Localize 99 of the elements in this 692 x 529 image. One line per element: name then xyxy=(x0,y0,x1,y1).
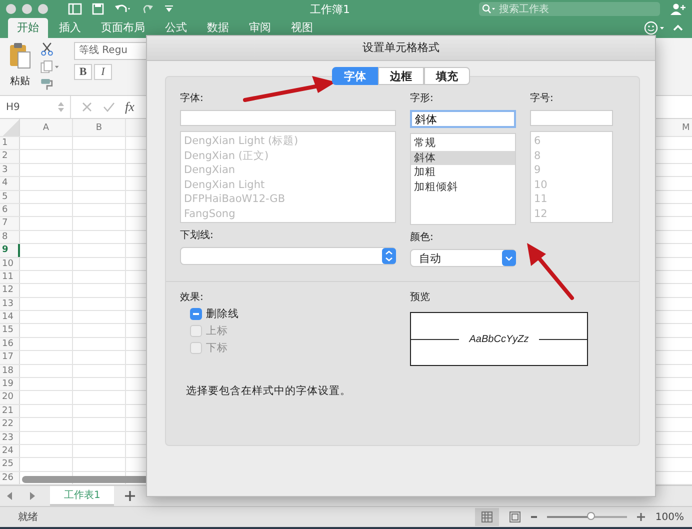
dialog-title: 设置单元格格式 xyxy=(147,36,655,61)
font-style-item[interactable]: 加粗 xyxy=(411,165,515,180)
annotation-arrow xyxy=(527,243,574,300)
zoom-slider-thumb[interactable] xyxy=(587,512,596,520)
search-input[interactable]: 搜索工作表 xyxy=(499,4,639,14)
bold-button[interactable]: B xyxy=(74,64,92,80)
ribbon-tab[interactable]: 数据 xyxy=(198,18,238,38)
column-header[interactable]: A xyxy=(20,119,73,136)
row-header[interactable]: 6 xyxy=(0,204,20,216)
row-header[interactable]: 18 xyxy=(0,364,20,378)
font-size-field[interactable] xyxy=(530,110,613,126)
function-button[interactable]: fx xyxy=(125,99,134,115)
smiley-icon[interactable] xyxy=(644,21,666,35)
checkbox[interactable] xyxy=(190,308,202,320)
row-header[interactable]: 13 xyxy=(0,298,20,310)
ribbon-tab[interactable]: 视图 xyxy=(282,18,322,38)
column-header[interactable]: M xyxy=(678,119,692,136)
ribbon-tab[interactable]: 页面布局 xyxy=(92,18,154,38)
search-field[interactable]: 搜索工作表 xyxy=(479,2,660,16)
window-minimize-icon[interactable] xyxy=(22,4,32,14)
row-header[interactable]: 14 xyxy=(0,311,20,324)
row-header[interactable]: 20 xyxy=(0,391,20,404)
format-painter-icon[interactable] xyxy=(40,77,54,92)
italic-button[interactable]: I xyxy=(94,64,112,80)
normal-view-button[interactable] xyxy=(475,508,500,526)
hint-text: 选择要包含在样式中的字体设置。 xyxy=(186,384,352,398)
save-icon[interactable] xyxy=(92,3,104,15)
row-header[interactable]: 25 xyxy=(0,458,20,471)
stepper-icon xyxy=(382,248,396,264)
collapse-icon[interactable] xyxy=(672,23,684,33)
row-header[interactable]: 10 xyxy=(0,258,20,270)
row-header[interactable]: 11 xyxy=(0,270,20,284)
section-label: 预览 xyxy=(410,291,431,304)
field-label: 字形: xyxy=(410,92,434,105)
zoom-in-icon[interactable] xyxy=(637,513,646,522)
ribbon-tab[interactable]: 插入 xyxy=(50,18,90,38)
font-style-item[interactable]: 常规 xyxy=(411,136,515,150)
font-style-item[interactable]: 加粗倾斜 xyxy=(411,180,515,194)
row-header[interactable]: 17 xyxy=(0,351,20,364)
confirm-icon[interactable] xyxy=(103,101,115,113)
row-header[interactable]: 12 xyxy=(0,284,20,297)
checkbox-label[interactable]: 删除线 xyxy=(206,307,239,321)
cancel-icon[interactable] xyxy=(81,101,93,113)
status-text: 就绪 xyxy=(17,510,38,524)
clipboard-icon[interactable] xyxy=(8,42,32,70)
underline-dropdown[interactable] xyxy=(180,247,396,265)
window-zoom-icon[interactable] xyxy=(38,4,48,14)
undo-icon[interactable] xyxy=(114,3,132,15)
row-header[interactable]: 8 xyxy=(0,230,20,244)
grid-icon xyxy=(481,511,494,524)
column-header[interactable]: B xyxy=(73,119,126,136)
row-header[interactable]: 21 xyxy=(0,404,20,418)
dialog-tab[interactable]: 边框 xyxy=(378,67,424,85)
name-box[interactable]: H9 xyxy=(0,96,71,118)
row-header[interactable]: 4 xyxy=(0,177,20,190)
caret-icon[interactable] xyxy=(164,5,174,13)
scissors-icon[interactable] xyxy=(40,42,54,56)
sheet-tab[interactable]: 工作表1 xyxy=(50,486,114,506)
row-header[interactable]: 23 xyxy=(0,432,20,444)
stepper-icon[interactable] xyxy=(58,102,64,112)
row-header[interactable]: 22 xyxy=(0,418,20,431)
sidebar-icon[interactable] xyxy=(68,3,82,15)
dialog-tab[interactable]: 填充 xyxy=(424,67,470,85)
redo-icon[interactable] xyxy=(142,3,154,15)
field-label: 字体: xyxy=(180,92,204,105)
font-style-field[interactable]: 斜体 xyxy=(410,110,516,128)
row-header[interactable]: 24 xyxy=(0,444,20,458)
field-label: 下划线: xyxy=(180,228,214,242)
field-label: 颜色: xyxy=(410,230,434,244)
color-dropdown[interactable]: 自动 xyxy=(410,249,516,267)
dialog-tab[interactable]: 字体 xyxy=(332,67,378,85)
row-header[interactable]: 5 xyxy=(0,190,20,203)
window-close-icon[interactable] xyxy=(6,4,16,14)
search-icon xyxy=(482,4,496,14)
window-title: 工作簿1 xyxy=(310,2,350,17)
zoom-out-icon[interactable] xyxy=(531,516,538,518)
row-header[interactable]: 26 xyxy=(0,472,20,484)
row-header[interactable]: 16 xyxy=(0,338,20,350)
row-header[interactable]: 9 xyxy=(0,244,20,257)
paste-label[interactable]: 粘贴 xyxy=(10,74,30,88)
row-header[interactable]: 3 xyxy=(0,164,20,176)
page-layout-icon[interactable] xyxy=(509,511,522,524)
font-style-item[interactable]: 斜体 xyxy=(411,150,515,165)
ribbon-tab[interactable]: 开始 xyxy=(8,18,48,38)
row-header[interactable]: 19 xyxy=(0,378,20,390)
section-label: 效果: xyxy=(180,291,204,304)
row-header[interactable]: 15 xyxy=(0,324,20,337)
row-header[interactable]: 7 xyxy=(0,217,20,230)
chevron-down-icon xyxy=(502,250,516,266)
zoom-percent: 100% xyxy=(655,512,684,523)
preview-text: AaBbCcYyZz xyxy=(468,334,530,344)
add-person-icon[interactable] xyxy=(670,3,686,15)
font-field[interactable] xyxy=(180,110,396,126)
field-label: 字号: xyxy=(530,92,554,105)
ribbon-tab[interactable]: 公式 xyxy=(156,18,196,38)
ribbon-tab[interactable]: 审阅 xyxy=(240,18,280,38)
row-header[interactable]: 2 xyxy=(0,150,20,163)
row-header[interactable]: 1 xyxy=(0,137,20,150)
add-sheet-icon[interactable] xyxy=(124,490,136,502)
